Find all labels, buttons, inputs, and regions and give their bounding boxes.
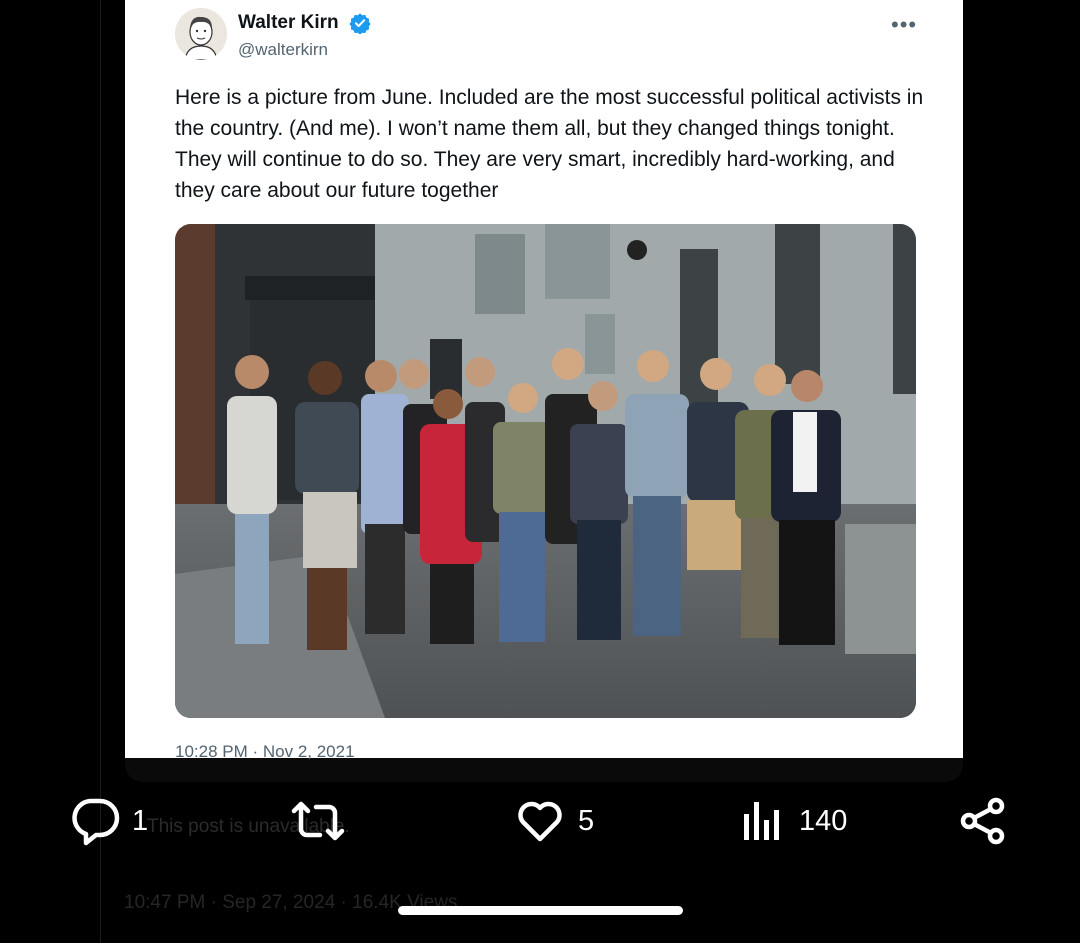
reply-icon xyxy=(70,796,122,846)
share-button[interactable] xyxy=(960,796,1008,846)
views-icon xyxy=(741,798,783,844)
share-icon xyxy=(960,797,1008,845)
tweet-screenshot: Walter Kirn @walterkirn ••• Here is a pi… xyxy=(125,0,963,761)
author-name[interactable]: Walter Kirn xyxy=(238,12,339,34)
tweet-text: Here is a picture from June. Included ar… xyxy=(175,86,924,202)
like-count: 5 xyxy=(578,804,595,837)
quoted-post-card[interactable]: Walter Kirn @walterkirn ••• Here is a pi… xyxy=(125,0,963,782)
reply-count: 1 xyxy=(132,804,149,837)
retweet-button[interactable] xyxy=(290,796,346,846)
retweet-icon xyxy=(290,799,346,843)
tweet-timestamp[interactable]: 10:28 PM · Nov 2, 2021 xyxy=(175,742,355,762)
like-button[interactable]: 5 xyxy=(516,796,594,846)
author-handle[interactable]: @walterkirn xyxy=(238,40,328,60)
home-indicator[interactable] xyxy=(398,906,683,915)
avatar[interactable] xyxy=(175,8,227,60)
reply-button[interactable]: 1 xyxy=(70,796,148,846)
views-button[interactable]: 140 xyxy=(741,796,847,846)
views-count: 140 xyxy=(799,804,848,837)
like-icon xyxy=(516,799,564,843)
more-horizontal-icon[interactable]: ••• xyxy=(891,12,917,38)
verified-badge-icon xyxy=(349,12,371,39)
group-photo[interactable] xyxy=(175,224,916,718)
